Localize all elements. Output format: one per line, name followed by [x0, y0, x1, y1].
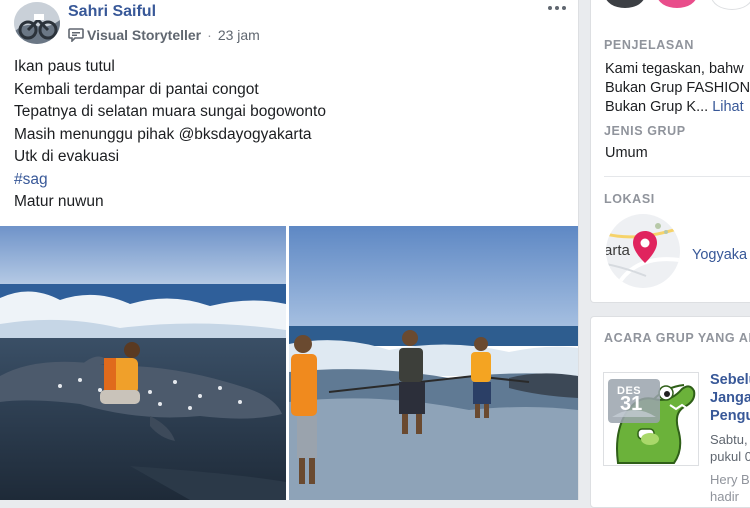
member-avatar[interactable]	[605, 0, 645, 8]
ellipsis-dot	[555, 6, 559, 10]
location-heading: LOKASI	[604, 192, 655, 206]
speech-bubble-icon	[68, 28, 84, 43]
post-photo-1[interactable]	[0, 226, 286, 500]
location-map-thumbnail[interactable]: arta	[606, 214, 680, 288]
post-photo-2[interactable]	[289, 226, 578, 500]
group-post: Sahri Saiful Visual Storyteller · 23 jam…	[0, 0, 579, 500]
group-description: Kami tegaskan, bahw Bukan Grup FASHION B…	[605, 60, 750, 117]
map-pin-icon	[632, 230, 658, 269]
event-host-line: hadir	[710, 489, 739, 504]
member-avatar[interactable]	[657, 0, 697, 8]
post-line: Ikan paus tutul	[14, 58, 115, 75]
post-closing-line: Matur nuwun	[14, 193, 104, 210]
event-title-line: Pengu	[710, 408, 750, 424]
member-badge[interactable]: Visual Storyteller	[87, 27, 201, 43]
author-name[interactable]: Sahri Saiful	[68, 3, 156, 21]
see-more-link[interactable]: Lihat	[712, 99, 743, 115]
post-body: Ikan paus tutul Kembali terdampar di pan…	[14, 56, 554, 169]
location-link[interactable]: Yogyaka	[692, 247, 747, 263]
event-time-line: Sabtu,	[710, 432, 748, 447]
group-about-card: PENJELASAN Kami tegaskan, bahw Bukan Gru…	[590, 0, 750, 303]
group-events-card: ACARA GRUP YANG AK DES 31 Sebelu Janga P…	[590, 316, 750, 508]
post-timestamp[interactable]: 23 jam	[218, 27, 260, 43]
post-line: Tepatnya di selatan muara sungai bogowon…	[14, 103, 326, 120]
event-title-line: Sebelu	[710, 372, 750, 388]
post-meta: Visual Storyteller · 23 jam	[68, 26, 260, 44]
more-options-button[interactable]	[540, 0, 574, 16]
event-title[interactable]: Sebelu Janga Pengu	[710, 371, 750, 425]
member-avatars-row	[591, 0, 750, 10]
event-title-line: Janga	[710, 390, 750, 406]
author-avatar[interactable]	[14, 2, 60, 44]
hashtag-link[interactable]: #sag	[14, 171, 48, 189]
description-line: Bukan Grup K... Lihat	[605, 98, 750, 117]
description-line-text: Bukan Grup K...	[605, 99, 709, 115]
post-line: Utk di evakuasi	[14, 148, 120, 165]
section-divider	[604, 176, 750, 177]
post-line: Kembali terdampar di pantai congot	[14, 80, 259, 98]
description-line: Bukan Grup FASHION	[605, 80, 750, 96]
map-place-label: arta	[606, 242, 630, 259]
separator-dot: ·	[207, 27, 212, 43]
post-line: Masih menunggu pihak @bksdayogyakarta	[14, 125, 312, 143]
ellipsis-dot	[562, 6, 566, 10]
event-time-line: pukul 0	[710, 449, 750, 464]
group-type-value: Umum	[605, 145, 648, 161]
events-heading: ACARA GRUP YANG AK	[604, 331, 750, 345]
member-avatar[interactable]	[711, 0, 750, 10]
group-type-heading: JENIS GRUP	[604, 124, 686, 138]
event-thumbnail[interactable]: DES 31	[603, 372, 699, 466]
event-host-line: Hery B	[710, 472, 750, 487]
description-line: Kami tegaskan, bahw	[605, 61, 744, 77]
ellipsis-icon	[548, 6, 552, 10]
description-heading: PENJELASAN	[604, 38, 695, 52]
event-meta: Sabtu, pukul 0 Hery B hadir	[710, 431, 750, 505]
event-date-day: 31	[620, 393, 643, 415]
post-header: Sahri Saiful Visual Storyteller · 23 jam	[0, 0, 578, 52]
